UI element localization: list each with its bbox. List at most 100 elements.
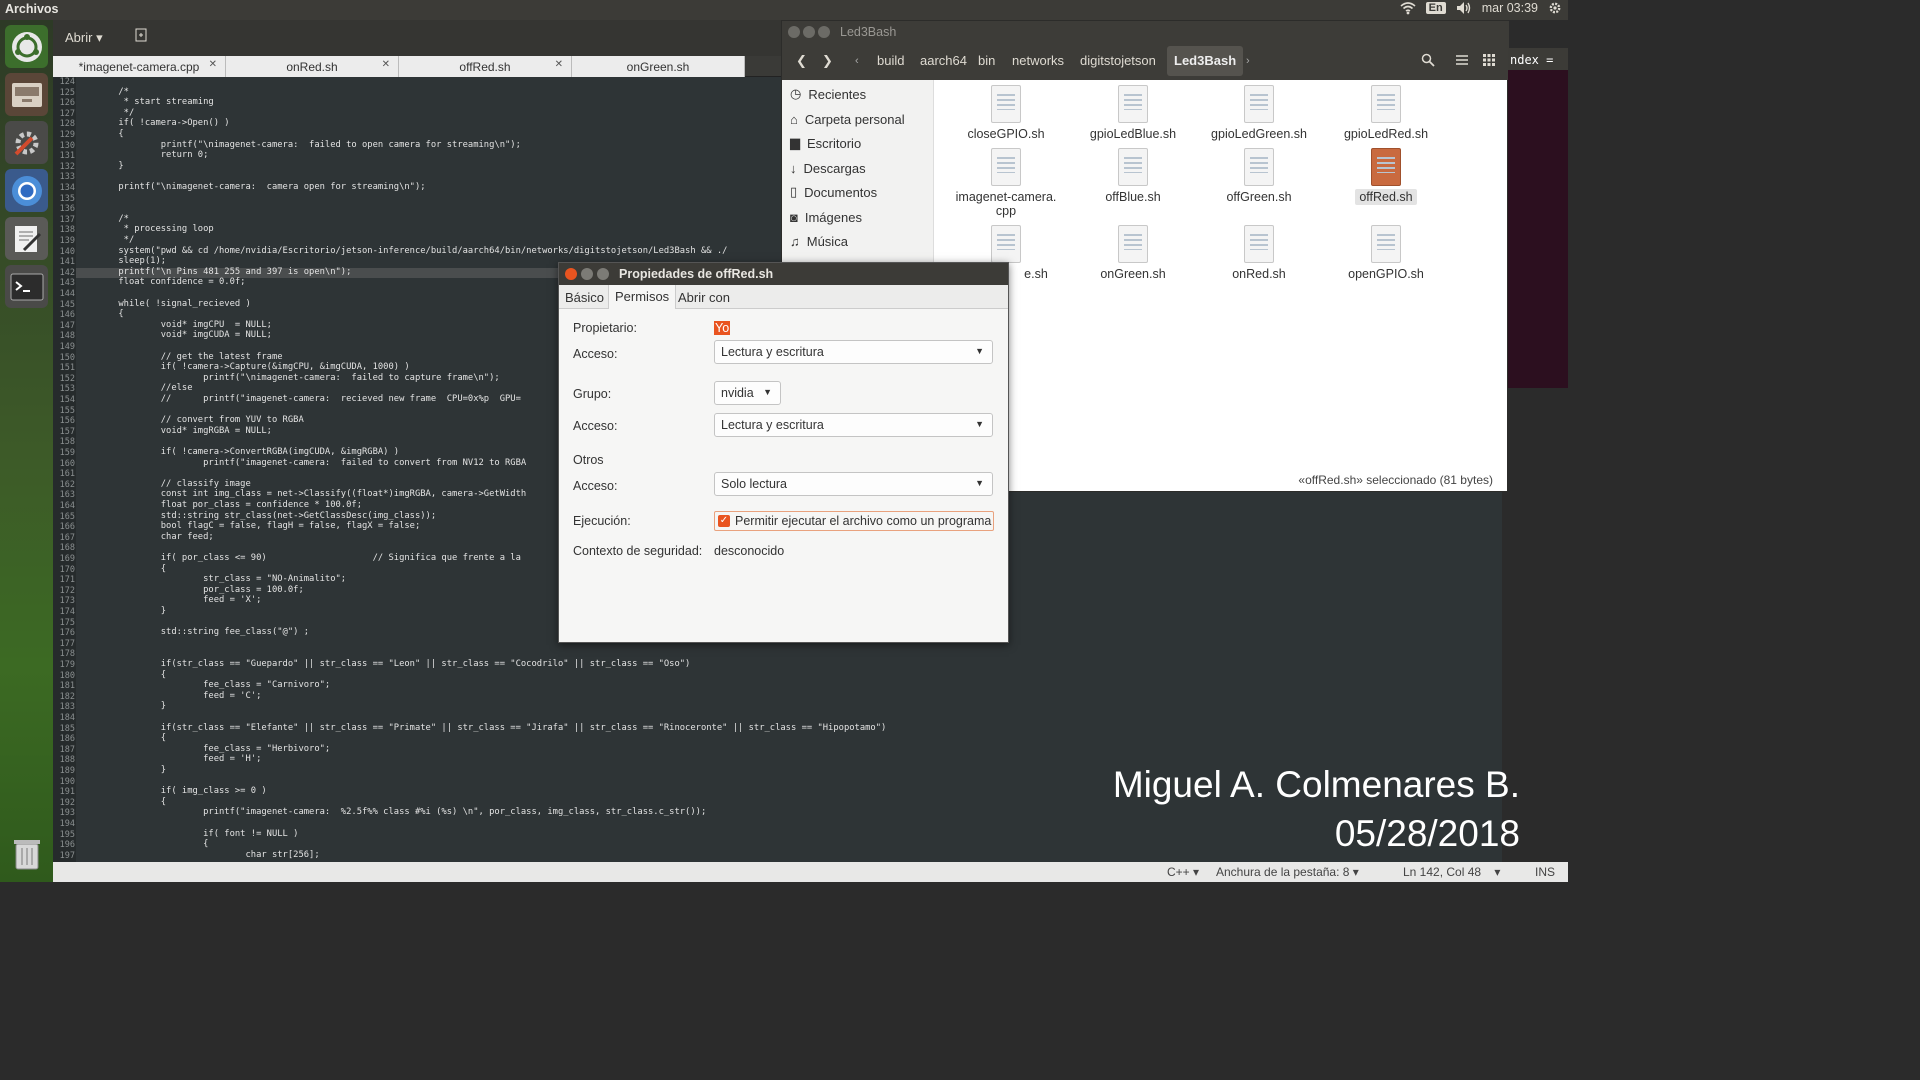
breadcrumb-digitstojetson[interactable]: digitstojetson: [1080, 53, 1156, 68]
sidebar-item-documentos[interactable]: ▯ Documentos: [790, 181, 877, 203]
code-line: {: [76, 309, 124, 320]
tab-offred[interactable]: offRed.sh ✕: [399, 56, 572, 77]
sidebar-item-recientes[interactable]: ◷ Recientes: [790, 83, 866, 105]
code-line: printf("\n Pins 481 255 and 397 is open\…: [76, 266, 352, 277]
watermark-date: 05/28/2018: [1334, 813, 1520, 854]
sidebar-item-carpeta-personal[interactable]: ⌂ Carpeta personal: [790, 108, 905, 130]
forward-arrow-icon[interactable]: ❯: [822, 53, 833, 69]
code-line: char feed;: [76, 531, 214, 542]
tab-label: onRed.sh: [286, 59, 338, 74]
line-number: 134: [59, 183, 75, 193]
grid-view-icon[interactable]: [1482, 53, 1496, 72]
editor-statusbar: C++ ▾ Anchura de la pestaña: 8 ▾ Ln 142,…: [53, 862, 1568, 882]
launcher-files-icon[interactable]: [5, 73, 48, 116]
breadcrumb-left-icon[interactable]: ‹: [855, 55, 859, 67]
script-file-icon: [1118, 85, 1148, 123]
open-button[interactable]: Abrir ▾: [65, 30, 103, 46]
cursor-position[interactable]: Ln 142, Col 48 ▾: [1403, 865, 1500, 879]
file-offgreen[interactable]: offGreen.sh: [1199, 148, 1319, 204]
tab-onred[interactable]: onRed.sh ✕: [226, 56, 399, 77]
line-number: 181: [59, 681, 75, 692]
launcher-ubuntu-icon[interactable]: [5, 25, 48, 68]
breadcrumb-build[interactable]: build: [877, 53, 904, 68]
line-number: 139: [59, 236, 75, 246]
breadcrumb-networks[interactable]: networks: [1012, 53, 1064, 68]
code-line: }: [76, 606, 167, 616]
folder-icon: ▆: [790, 135, 800, 150]
close-icon[interactable]: ✕: [382, 59, 390, 70]
tab-permisos[interactable]: Permisos: [608, 285, 677, 309]
file-offred-selected[interactable]: offRed.sh: [1326, 148, 1446, 205]
search-icon[interactable]: [1421, 53, 1435, 72]
new-document-icon[interactable]: [134, 28, 148, 47]
close-window-icon[interactable]: [788, 26, 800, 38]
sidebar-item-musica[interactable]: ♫ Música: [790, 230, 848, 252]
file-opengpio[interactable]: openGPIO.sh: [1326, 225, 1446, 281]
close-icon[interactable]: ✕: [209, 59, 217, 70]
volume-icon[interactable]: [1456, 1, 1472, 15]
file-onred[interactable]: onRed.sh: [1199, 225, 1319, 281]
maximize-window-icon[interactable]: [818, 26, 830, 38]
tab-imagenet-camera[interactable]: *imagenet-camera.cpp ✕: [53, 56, 226, 77]
sidebar-item-label: Escritorio: [807, 135, 862, 151]
owner-access-select[interactable]: Lectura y escritura ▼: [714, 340, 993, 364]
back-arrow-icon[interactable]: ❮: [796, 53, 807, 69]
language-selector[interactable]: C++ ▾: [1167, 865, 1199, 879]
keyboard-layout-indicator[interactable]: En: [1425, 2, 1446, 14]
file-label: imagenet-camera.: [955, 190, 1057, 204]
launcher-trash-icon[interactable]: [5, 832, 48, 875]
file-gpioledgreen[interactable]: gpioLedGreen.sh: [1199, 85, 1319, 141]
file-gpioledred[interactable]: gpioLedRed.sh: [1326, 85, 1446, 141]
breadcrumb-right-icon[interactable]: ›: [1246, 55, 1250, 67]
close-icon[interactable]: ✕: [555, 59, 563, 70]
launcher-chromium-icon[interactable]: [5, 169, 48, 212]
minimize-window-icon[interactable]: [581, 268, 593, 280]
gear-icon[interactable]: [1548, 1, 1562, 15]
file-ongreen[interactable]: onGreen.sh: [1073, 225, 1193, 281]
line-number: 186: [59, 734, 75, 745]
code-line: printf("\nimagenet-camera: failed to ope…: [76, 139, 521, 150]
close-window-icon[interactable]: [565, 268, 577, 280]
launcher-text-editor-icon[interactable]: [5, 217, 48, 260]
maximize-window-icon[interactable]: [597, 268, 609, 280]
file-gpioledblue[interactable]: gpioLedBlue.sh: [1073, 85, 1193, 141]
sidebar-item-escritorio[interactable]: ▆ Escritorio: [790, 132, 861, 154]
code-line: float confidence = 0.0f;: [76, 277, 246, 288]
terminal-window[interactable]: ndex =: [1508, 48, 1568, 388]
sidebar-item-descargas[interactable]: ↓ Descargas: [790, 157, 866, 179]
group-select[interactable]: nvidia ▼: [714, 381, 781, 405]
group-access-select[interactable]: Lectura y escritura ▼: [714, 413, 993, 437]
file-label: offRed.sh: [1355, 189, 1417, 205]
launcher-settings-icon[interactable]: [5, 121, 48, 164]
line-number: 133: [59, 172, 75, 183]
exec-checkbox[interactable]: ✓ Permitir ejecutar el archivo como un p…: [714, 511, 994, 531]
tab-ongreen[interactable]: onGreen.sh: [572, 56, 745, 77]
dialog-tabs: Básico Permisos Abrir con: [559, 285, 1008, 309]
tab-abrir-con[interactable]: Abrir con: [678, 290, 730, 305]
file-offblue[interactable]: offBlue.sh: [1073, 148, 1193, 204]
file-closegpio[interactable]: closeGPIO.sh: [946, 85, 1066, 141]
code-line: system("pwd && cd /home/nvidia/Escritori…: [76, 245, 728, 256]
breadcrumb-bin[interactable]: bin: [978, 53, 995, 68]
tab-width-selector[interactable]: Anchura de la pestaña: 8 ▾: [1216, 865, 1359, 879]
chevron-down-icon: ▾: [96, 30, 103, 45]
breadcrumb-led3bash[interactable]: Led3Bash: [1167, 46, 1244, 76]
line-number: 151: [59, 363, 75, 374]
breadcrumb-aarch64[interactable]: aarch64: [920, 53, 967, 68]
list-view-icon[interactable]: [1455, 53, 1469, 72]
wifi-icon[interactable]: [1400, 1, 1416, 15]
file-label: gpioLedRed.sh: [1343, 127, 1429, 141]
clock[interactable]: mar 03:39: [1482, 1, 1538, 15]
file-imagenet-camera-cpp[interactable]: imagenet-camera. cpp: [946, 148, 1066, 218]
line-number: 193: [59, 808, 75, 819]
sidebar-item-imagenes[interactable]: ◙ Imágenes: [790, 206, 862, 228]
code-line: }: [76, 160, 124, 171]
code-line: feed = 'X';: [76, 595, 262, 606]
insert-mode: INS: [1535, 865, 1556, 879]
others-access-select[interactable]: Solo lectura ▼: [714, 472, 993, 496]
group-value: nvidia: [721, 386, 754, 400]
minimize-window-icon[interactable]: [803, 26, 815, 38]
tab-basico[interactable]: Básico: [565, 290, 604, 305]
launcher-terminal-icon[interactable]: [5, 265, 48, 308]
sidebar-item-label: Carpeta personal: [804, 111, 905, 127]
